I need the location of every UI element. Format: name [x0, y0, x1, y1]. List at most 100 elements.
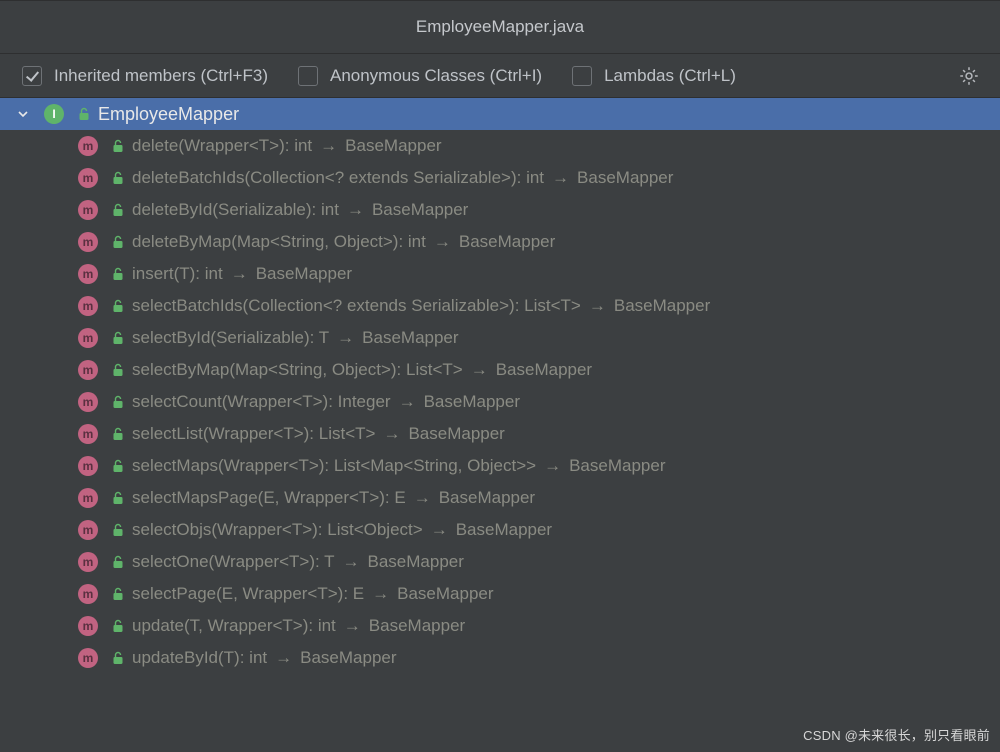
method-icon: m	[78, 168, 98, 188]
method-icon: m	[78, 264, 98, 284]
filter-lambdas[interactable]: Lambdas (Ctrl+L)	[572, 66, 736, 86]
arrow-right-icon: →	[344, 616, 361, 636]
inherited-from: BaseMapper	[369, 616, 465, 636]
root-name: EmployeeMapper	[98, 104, 239, 125]
inherited-from: BaseMapper	[456, 520, 552, 540]
arrow-right-icon: →	[337, 328, 354, 348]
method-row[interactable]: mselectList(Wrapper<T>): List<T> →BaseMa…	[0, 418, 1000, 450]
method-row[interactable]: mselectById(Serializable): T →BaseMapper	[0, 322, 1000, 354]
inherited-from: BaseMapper	[397, 584, 493, 604]
inherited-from: BaseMapper	[424, 392, 520, 412]
method-signature: selectObjs(Wrapper<T>): List<Object>	[132, 520, 423, 540]
method-row[interactable]: m selectMaps(Wrapper<T>): List<Map<String…	[0, 450, 1000, 482]
method-row[interactable]: m deleteByMap(Map<String, Object>): int →…	[0, 226, 1000, 258]
unlock-icon	[112, 331, 124, 345]
method-icon: m	[78, 616, 98, 636]
method-row[interactable]: mselectPage(E, Wrapper<T>): E →BaseMappe…	[0, 578, 1000, 610]
arrow-right-icon: →	[320, 136, 337, 156]
unlock-icon	[112, 171, 124, 185]
method-icon: m	[78, 296, 98, 316]
inherited-from: BaseMapper	[300, 648, 396, 668]
method-signature: selectPage(E, Wrapper<T>): E	[132, 584, 364, 604]
method-icon: m	[78, 424, 98, 444]
method-row[interactable]: mselectMapsPage(E, Wrapper<T>): E →BaseM…	[0, 482, 1000, 514]
arrow-right-icon: →	[343, 552, 360, 572]
method-row[interactable]: mselectCount(Wrapper<T>): Integer →BaseM…	[0, 386, 1000, 418]
arrow-right-icon: →	[589, 296, 606, 316]
method-signature: delete(Wrapper<T>): int	[132, 136, 312, 156]
arrow-right-icon: →	[431, 520, 448, 540]
unlock-icon	[112, 395, 124, 409]
arrow-right-icon: →	[414, 488, 431, 508]
method-row[interactable]: m deleteBatchIds(Collection<? extends Ser…	[0, 162, 1000, 194]
method-icon: m	[78, 520, 98, 540]
checkbox-icon	[298, 66, 318, 86]
unlock-icon	[112, 555, 124, 569]
method-row[interactable]: mselectBatchIds(Collection<? extends Ser…	[0, 290, 1000, 322]
method-icon: m	[78, 456, 98, 476]
inherited-from: BaseMapper	[439, 488, 535, 508]
method-signature: selectOne(Wrapper<T>): T	[132, 552, 335, 572]
filter-anonymous[interactable]: Anonymous Classes (Ctrl+I)	[298, 66, 542, 86]
arrow-right-icon: →	[434, 232, 451, 252]
arrow-right-icon: →	[347, 200, 364, 220]
inherited-from: BaseMapper	[368, 552, 464, 572]
inherited-from: BaseMapper	[614, 296, 710, 316]
inherited-from: BaseMapper	[256, 264, 352, 284]
method-icon: m	[78, 360, 98, 380]
unlock-icon	[112, 651, 124, 665]
method-signature: insert(T): int	[132, 264, 223, 284]
file-title: EmployeeMapper.java	[416, 17, 584, 37]
unlock-icon	[78, 107, 90, 121]
arrow-right-icon: →	[231, 264, 248, 284]
inherited-from: BaseMapper	[345, 136, 441, 156]
method-row[interactable]: m selectOne(Wrapper<T>): T → BaseMapper	[0, 546, 1000, 578]
chevron-down-icon	[16, 107, 30, 121]
inherited-from: BaseMapper	[496, 360, 592, 380]
method-signature: selectCount(Wrapper<T>): Integer	[132, 392, 391, 412]
interface-icon: I	[44, 104, 64, 124]
arrow-right-icon: →	[544, 456, 561, 476]
filter-bar: Inherited members (Ctrl+F3) Anonymous Cl…	[0, 54, 1000, 98]
method-signature: selectMaps(Wrapper<T>): List<Map<String,…	[132, 456, 536, 476]
method-row[interactable]: m deleteById(Serializable): int → BaseMapp…	[0, 194, 1000, 226]
method-signature: deleteById(Serializable): int	[132, 200, 339, 220]
method-icon: m	[78, 584, 98, 604]
method-icon: m	[78, 200, 98, 220]
arrow-right-icon: →	[471, 360, 488, 380]
method-icon: m	[78, 136, 98, 156]
unlock-icon	[112, 299, 124, 313]
inherited-from: BaseMapper	[372, 200, 468, 220]
method-signature: selectById(Serializable): T	[132, 328, 329, 348]
filter-anonymous-label: Anonymous Classes (Ctrl+I)	[330, 66, 542, 86]
unlock-icon	[112, 267, 124, 281]
unlock-icon	[112, 491, 124, 505]
method-signature: deleteByMap(Map<String, Object>): int	[132, 232, 426, 252]
method-icon: m	[78, 488, 98, 508]
unlock-icon	[112, 459, 124, 473]
method-icon: m	[78, 648, 98, 668]
method-signature: deleteBatchIds(Collection<? extends Seri…	[132, 168, 544, 188]
inherited-from: BaseMapper	[408, 424, 504, 444]
method-icon: m	[78, 392, 98, 412]
unlock-icon	[112, 203, 124, 217]
method-row[interactable]: m selectObjs(Wrapper<T>): List<Object> → B…	[0, 514, 1000, 546]
method-row[interactable]: m insert(T): int → BaseMapper	[0, 258, 1000, 290]
arrow-right-icon: →	[552, 168, 569, 188]
method-signature: updateById(T): int	[132, 648, 267, 668]
method-row[interactable]: mupdateById(T): int →BaseMapper	[0, 642, 1000, 674]
gear-icon[interactable]	[958, 65, 980, 87]
method-row[interactable]: m delete(Wrapper<T>): int → BaseMapper	[0, 130, 1000, 162]
tree-root[interactable]: I EmployeeMapper	[0, 98, 1000, 130]
checkbox-icon	[22, 66, 42, 86]
method-signature: update(T, Wrapper<T>): int	[132, 616, 336, 636]
method-row[interactable]: m update(T, Wrapper<T>): int → BaseMapper	[0, 610, 1000, 642]
method-icon: m	[78, 552, 98, 572]
filter-inherited[interactable]: Inherited members (Ctrl+F3)	[22, 66, 268, 86]
unlock-icon	[112, 363, 124, 377]
inherited-from: BaseMapper	[569, 456, 665, 476]
method-row[interactable]: mselectByMap(Map<String, Object>): List<…	[0, 354, 1000, 386]
unlock-icon	[112, 235, 124, 249]
inherited-from: BaseMapper	[577, 168, 673, 188]
method-icon: m	[78, 232, 98, 252]
